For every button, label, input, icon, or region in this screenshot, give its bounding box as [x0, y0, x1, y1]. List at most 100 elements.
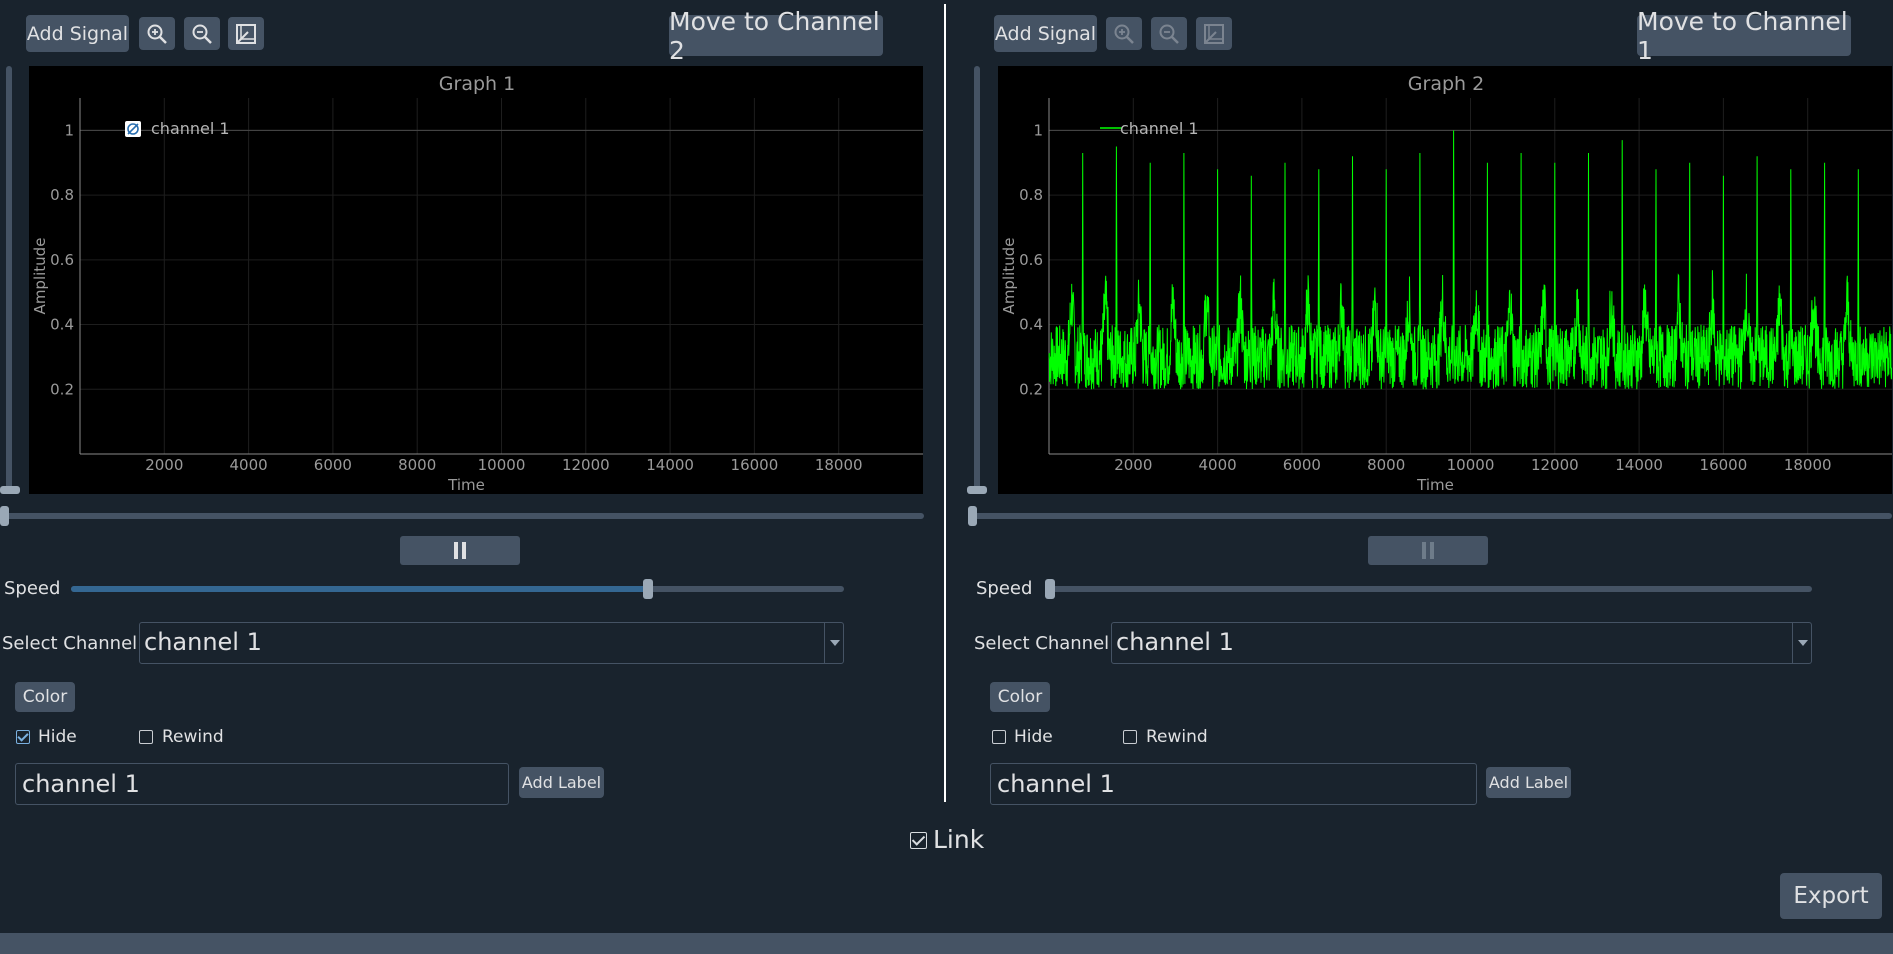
vertical-scrollbar[interactable] [974, 66, 980, 492]
x-axis-label: Time [447, 476, 485, 494]
panel-divider [944, 4, 946, 802]
y-tick-label: 0.8 [50, 186, 74, 204]
speed-label: Speed [976, 578, 1033, 599]
label-input[interactable] [990, 763, 1477, 805]
speed-label: Speed [4, 578, 61, 599]
rewind-label: Rewind [1146, 727, 1208, 747]
select-channel-label: Select Channel [2, 633, 138, 654]
label-input[interactable] [15, 763, 509, 805]
horizontal-scrollbar[interactable] [970, 513, 1892, 519]
x-tick-label: 16000 [1700, 456, 1748, 474]
add-signal-button[interactable]: Add Signal [994, 15, 1097, 52]
x-tick-label: 6000 [1283, 456, 1321, 474]
status-bar [0, 933, 1893, 954]
speed-slider-handle[interactable] [643, 579, 654, 599]
x-tick-label: 12000 [562, 456, 610, 474]
horizontal-scrollbar[interactable] [2, 513, 924, 519]
hide-label: Hide [38, 727, 77, 747]
x-tick-label: 14000 [1615, 456, 1663, 474]
channel-select[interactable]: channel 1 [1111, 622, 1812, 664]
horizontal-scroll-handle[interactable] [0, 506, 9, 526]
y-tick-label: 0.6 [1019, 251, 1043, 269]
fit-view-button[interactable] [1196, 17, 1232, 50]
zoom-in-button[interactable] [139, 17, 175, 50]
rewind-checkbox[interactable] [1123, 730, 1137, 744]
channel-select-value: channel 1 [144, 628, 262, 656]
add-signal-button[interactable]: Add Signal [26, 15, 129, 52]
x-tick-label: 8000 [398, 456, 436, 474]
zoom-in-icon [1114, 24, 1134, 44]
fit-view-icon [236, 23, 256, 44]
speed-slider[interactable] [71, 579, 844, 599]
hide-label: Hide [1014, 727, 1053, 747]
graph-title: Graph 2 [1408, 73, 1484, 95]
add-label-button[interactable]: Add Label [1486, 767, 1571, 798]
rewind-label: Rewind [162, 727, 224, 747]
y-axis-label: Amplitude [1000, 238, 1018, 315]
x-tick-label: 18000 [1784, 456, 1832, 474]
select-channel-label: Select Channel [974, 633, 1110, 654]
x-tick-label: 12000 [1531, 456, 1579, 474]
zoom-out-button[interactable] [1151, 17, 1187, 50]
x-tick-label: 2000 [1114, 456, 1152, 474]
legend-label: channel 1 [151, 119, 230, 138]
speed-slider-handle[interactable] [1045, 579, 1055, 599]
legend-label: channel 1 [1120, 119, 1199, 138]
zoom-in-button[interactable] [1106, 17, 1142, 50]
x-tick-label: 6000 [314, 456, 352, 474]
y-tick-label: 1 [64, 121, 74, 139]
plot-svg: 2000 4000 6000 8000 10000 12000 14000 16000 1800… [31, 73, 923, 494]
y-axis-label: Amplitude [31, 238, 49, 315]
y-tick-label: 0.8 [1019, 186, 1043, 204]
pause-button[interactable] [400, 536, 520, 565]
add-label-button[interactable]: Add Label [519, 767, 604, 798]
pause-button[interactable] [1368, 536, 1488, 565]
x-axis-label: Time [1416, 476, 1454, 494]
move-to-channel-2-button[interactable]: Move to Channel 2 [669, 7, 883, 65]
y-tick-label: 0.2 [50, 380, 74, 398]
x-tick-label: 10000 [1447, 456, 1495, 474]
horizontal-scroll-handle[interactable] [968, 506, 977, 526]
graph-2-plot[interactable]: 2000 4000 6000 8000 10000 12000 14000 16000 1800… [998, 66, 1892, 494]
link-checkbox[interactable] [910, 832, 927, 849]
y-tick-label: 0.4 [50, 316, 74, 334]
vertical-scroll-handle[interactable] [0, 486, 20, 494]
x-tick-label: 18000 [815, 456, 863, 474]
fit-view-button[interactable] [228, 17, 264, 50]
y-tick-label: 0.2 [1019, 380, 1043, 398]
chevron-down-icon[interactable] [824, 623, 843, 663]
speed-slider[interactable] [1045, 579, 1812, 599]
fit-view-icon [1204, 23, 1224, 44]
y-tick-label: 0.4 [1019, 316, 1043, 334]
y-tick-label: 0.6 [50, 251, 74, 269]
rewind-checkbox[interactable] [139, 730, 153, 744]
zoom-in-icon [147, 24, 167, 44]
graph-title: Graph 1 [439, 73, 515, 95]
x-tick-label: 8000 [1367, 456, 1405, 474]
move-to-channel-1-button[interactable]: Move to Channel 1 [1637, 7, 1851, 65]
zoom-out-button[interactable] [184, 17, 220, 50]
zoom-out-icon [1159, 24, 1179, 44]
hide-checkbox[interactable] [992, 730, 1006, 744]
hide-checkbox[interactable] [16, 730, 30, 744]
zoom-out-icon [192, 24, 212, 44]
speed-slider-fill [71, 586, 651, 592]
export-button[interactable]: Export [1780, 873, 1882, 919]
vertical-scroll-handle[interactable] [967, 486, 987, 494]
y-tick-label: 1 [1033, 121, 1043, 139]
x-tick-label: 2000 [145, 456, 183, 474]
graph-1-plot[interactable]: 2000 4000 6000 8000 10000 12000 14000 16000 1800… [29, 66, 923, 494]
vertical-scrollbar[interactable] [6, 66, 12, 492]
hidden-legend-icon [125, 121, 141, 137]
chevron-down-icon[interactable] [1792, 623, 1811, 663]
color-button[interactable]: Color [15, 682, 75, 712]
link-label: Link [933, 825, 985, 854]
color-button[interactable]: Color [990, 682, 1050, 712]
plot-svg: 2000 4000 6000 8000 10000 12000 14000 16000 1800… [1000, 73, 1892, 494]
x-tick-label: 14000 [646, 456, 694, 474]
x-tick-label: 4000 [230, 456, 268, 474]
channel-select[interactable]: channel 1 [139, 622, 844, 664]
x-tick-label: 4000 [1199, 456, 1237, 474]
x-tick-label: 10000 [478, 456, 526, 474]
x-tick-label: 16000 [731, 456, 779, 474]
